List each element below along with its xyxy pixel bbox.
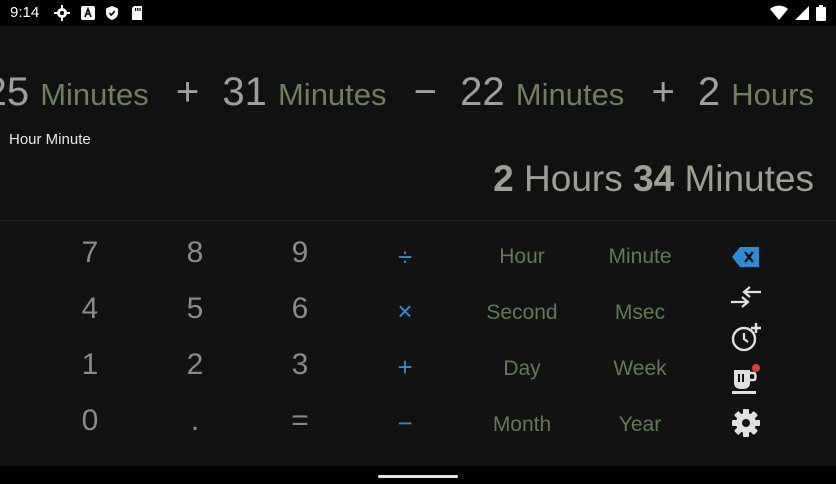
expr-number: 2	[697, 70, 721, 114]
status-bar: 9:14	[0, 0, 836, 26]
add-alarm-button[interactable]	[728, 321, 764, 353]
navigation-bar	[0, 466, 836, 484]
expr-number: 31	[222, 70, 267, 114]
unit-day-button[interactable]: Day	[462, 343, 582, 395]
multiply-button[interactable]: ×	[355, 285, 455, 337]
signal-icon	[795, 6, 809, 20]
add-alarm-icon	[731, 323, 761, 352]
settings-icon	[54, 5, 70, 21]
result-hours-unit: Hours	[524, 158, 623, 199]
a-icon	[81, 6, 95, 20]
expr-unit: Hours	[731, 77, 814, 112]
gear-icon	[732, 409, 760, 437]
notification-dot	[752, 364, 760, 372]
shield-icon	[106, 6, 118, 20]
expr-number: 25	[0, 70, 30, 114]
minus-button[interactable]: −	[355, 397, 455, 449]
result-minutes-number: 34	[633, 158, 675, 199]
status-time: 9:14	[10, 4, 40, 21]
mode-label: Hour Minute	[9, 131, 91, 148]
key-2[interactable]: 2	[145, 339, 245, 391]
plus-button[interactable]: +	[355, 341, 455, 393]
settings-button[interactable]	[728, 407, 764, 439]
key-1[interactable]: 1	[40, 339, 140, 391]
coffee-icon	[732, 364, 760, 394]
key-4[interactable]: 4	[40, 283, 140, 335]
keypad: 7 8 9 4 5 6 1 2 3 0 . = ÷ × + − Hour Min…	[0, 220, 836, 467]
coffee-button[interactable]	[728, 363, 764, 395]
wifi-icon	[770, 5, 788, 20]
unit-msec-button[interactable]: Msec	[580, 287, 700, 339]
result-hours-number: 2	[493, 158, 514, 199]
swap-icon	[731, 286, 761, 308]
expr-operator: −	[413, 70, 438, 114]
unit-week-button[interactable]: Week	[580, 343, 700, 395]
divide-button[interactable]: ÷	[355, 231, 455, 283]
unit-second-button[interactable]: Second	[462, 287, 582, 339]
unit-year-button[interactable]: Year	[580, 399, 700, 451]
expression: 25 Minutes + 31 Minutes − 22 Minutes + 2…	[0, 68, 814, 119]
unit-month-button[interactable]: Month	[462, 399, 582, 451]
unit-hour-button[interactable]: Hour	[462, 231, 582, 283]
result-minutes-unit: Minutes	[684, 158, 814, 199]
result: 2 Hours 34 Minutes	[493, 158, 814, 200]
backspace-button[interactable]	[728, 241, 764, 273]
sd-card-icon	[132, 6, 142, 20]
expr-number: 22	[460, 70, 505, 114]
backspace-icon	[732, 247, 759, 267]
expr-operator: +	[651, 70, 675, 114]
unit-minute-button[interactable]: Minute	[580, 231, 700, 283]
key-9[interactable]: 9	[250, 227, 350, 279]
key-8[interactable]: 8	[145, 227, 245, 279]
key-3[interactable]: 3	[250, 339, 350, 391]
expr-unit: Minutes	[277, 77, 387, 112]
expr-operator: +	[175, 70, 200, 114]
home-handle[interactable]	[378, 475, 458, 478]
battery-icon	[816, 5, 826, 21]
key-decimal[interactable]: .	[145, 395, 245, 447]
key-7[interactable]: 7	[40, 227, 140, 279]
calculator-display: 25 Minutes + 31 Minutes − 22 Minutes + 2…	[0, 26, 836, 220]
expr-unit: Minutes	[40, 77, 149, 112]
expr-unit: Minutes	[515, 77, 625, 112]
key-6[interactable]: 6	[250, 283, 350, 335]
key-0[interactable]: 0	[40, 395, 140, 447]
key-5[interactable]: 5	[145, 283, 245, 335]
key-equals[interactable]: =	[250, 395, 350, 447]
swap-button[interactable]	[728, 281, 764, 313]
